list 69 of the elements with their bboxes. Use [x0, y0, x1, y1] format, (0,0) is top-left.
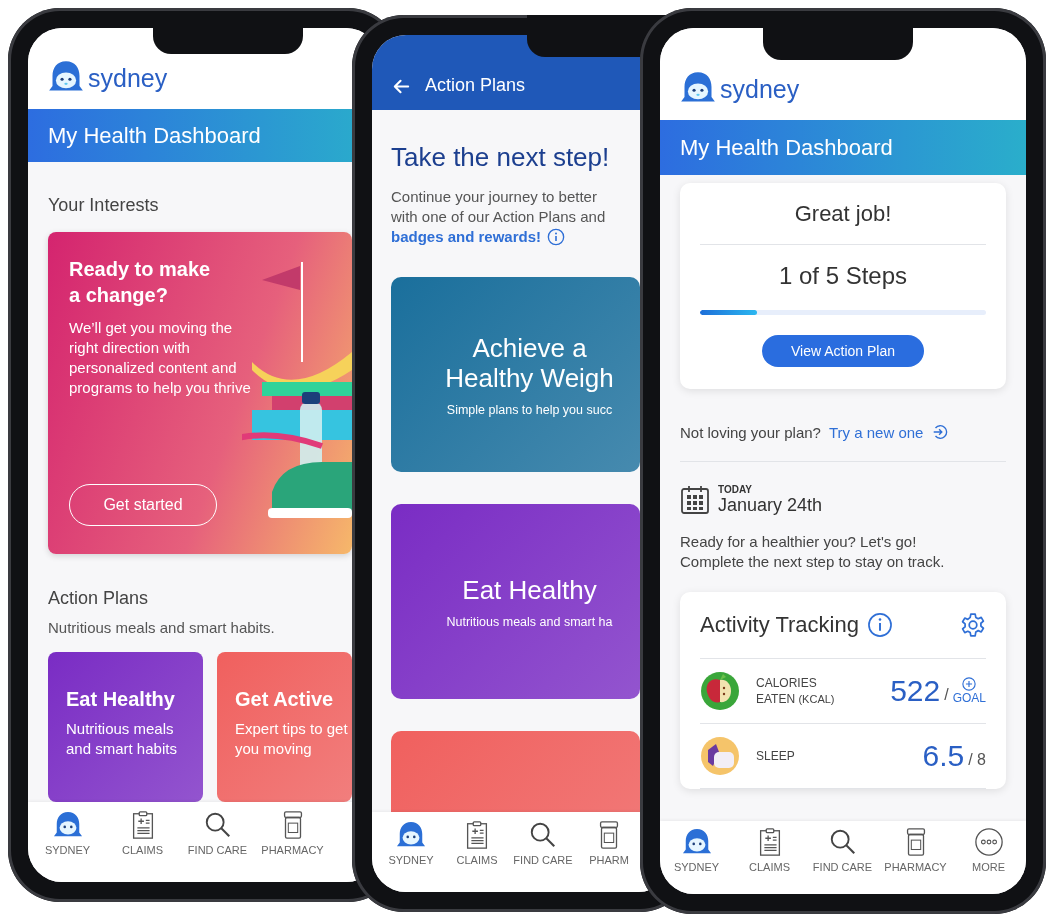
page-title: My Health Dashboard — [680, 134, 893, 161]
tab-button[interactable]: PHARMACY — [879, 827, 952, 877]
plan-text: Simple plans to help you succ — [445, 402, 614, 417]
logo-wordmark: sydney — [88, 63, 168, 94]
promo-text: We’ll get you moving the right direction with personalized content and programs to help you thrive — [69, 318, 251, 398]
plan-text: Expert tips to get you moving — [235, 719, 349, 759]
plan-card[interactable]: Achieve a Healthy Weigh Simple plans to help you succ — [391, 277, 640, 472]
message-text: Complete the next step to stay on track. — [680, 552, 946, 572]
tab-button[interactable]: CLAIMS — [105, 810, 180, 860]
plan-title: Achieve a — [471, 332, 588, 363]
tab-button[interactable]: FIND CARE — [510, 820, 576, 870]
add-circle-icon — [962, 677, 977, 691]
calendar-icon — [680, 485, 710, 515]
metric-value: 522 — [890, 674, 941, 708]
plan-text: Nutritious meals and smart habits — [66, 719, 178, 759]
arrow-circle-icon[interactable] — [931, 423, 950, 441]
metric-value: 6.5 — [922, 739, 965, 773]
metric-label: CALORIES — [756, 675, 818, 691]
separator-text: / — [944, 686, 949, 704]
plan-card[interactable]: Eat Healthy Nutritious meals and smart ha — [391, 504, 640, 699]
tab-button[interactable]: CLAIMS — [733, 827, 806, 877]
plan-card[interactable]: Eat Healthy Nutritious meals and smart habits — [48, 652, 203, 802]
tab-button[interactable]: FIND CARE — [180, 810, 255, 860]
more-icon — [973, 827, 1004, 857]
tab-button[interactable]: PHARM — [576, 820, 642, 870]
plan-title: Healthy Weigh — [444, 362, 615, 393]
card-title: Great job! — [794, 201, 892, 227]
section-title: Your Interests — [48, 195, 160, 216]
tab-button[interactable]: SYDNEY — [378, 820, 444, 870]
page-title: Action Plans — [425, 75, 526, 96]
page-title: My Health Dashboard — [48, 122, 261, 149]
section-title: Action Plans — [48, 588, 150, 609]
section-subtitle: Nutritious meals and smart habits. — [48, 619, 276, 636]
plan-text: Nutritious meals and smart ha — [445, 614, 614, 629]
tab-button[interactable]: SYDNEY — [660, 827, 733, 877]
intro-text: with one of our Action Plans and — [391, 207, 607, 227]
promo-title: Ready to make a change? — [69, 257, 212, 308]
set-goal-link[interactable]: GOAL — [952, 677, 986, 705]
view-action-plan-button[interactable]: View Action Plan — [762, 335, 924, 367]
prompt-text: Not loving your plan? — [680, 423, 821, 441]
info-icon[interactable] — [547, 228, 566, 246]
card-title: Activity Tracking — [700, 612, 859, 638]
pillow-icon — [700, 736, 740, 776]
badges-link[interactable]: badges and rewards! — [391, 227, 542, 247]
target-value: / 8 — [968, 751, 986, 769]
apple-icon — [700, 671, 740, 711]
tab-button[interactable]: PHARMACY — [255, 810, 330, 860]
tab-button[interactable]: SYDNEY — [30, 810, 105, 860]
back-arrow-icon[interactable] — [392, 77, 411, 96]
try-new-link[interactable]: Try a new one — [828, 423, 924, 441]
plan-title: Eat Healthy — [461, 574, 598, 605]
message-text: Ready for a healthier you? Let's go! — [680, 532, 918, 552]
info-icon[interactable] — [866, 612, 893, 638]
settings-icon[interactable] — [960, 612, 986, 638]
plan-title: Eat Healthy — [66, 688, 176, 711]
page-heading: Take the next step! — [391, 142, 611, 173]
steps-count: 1 of 5 Steps — [778, 262, 908, 290]
date-text: January 24th — [718, 495, 823, 516]
logo-wordmark: sydney — [720, 74, 800, 105]
tab-button[interactable]: FIND CARE — [806, 827, 879, 877]
metric-label: SLEEP — [756, 748, 795, 764]
promo-card[interactable]: Ready to make a change? We’ll get you moving the right direction with personalized content and programs to help you thrive Get started — [48, 232, 352, 554]
tab-button[interactable]: CLAIMS — [444, 820, 510, 870]
plan-title: Get Active — [235, 688, 335, 711]
metric-label: EATEN (KCAL) — [756, 691, 835, 707]
tab-button[interactable]: MORE — [952, 827, 1025, 877]
date-label: TODAY — [718, 484, 753, 495]
intro-text: Continue your journey to better — [391, 187, 598, 207]
search-icon — [528, 820, 558, 850]
